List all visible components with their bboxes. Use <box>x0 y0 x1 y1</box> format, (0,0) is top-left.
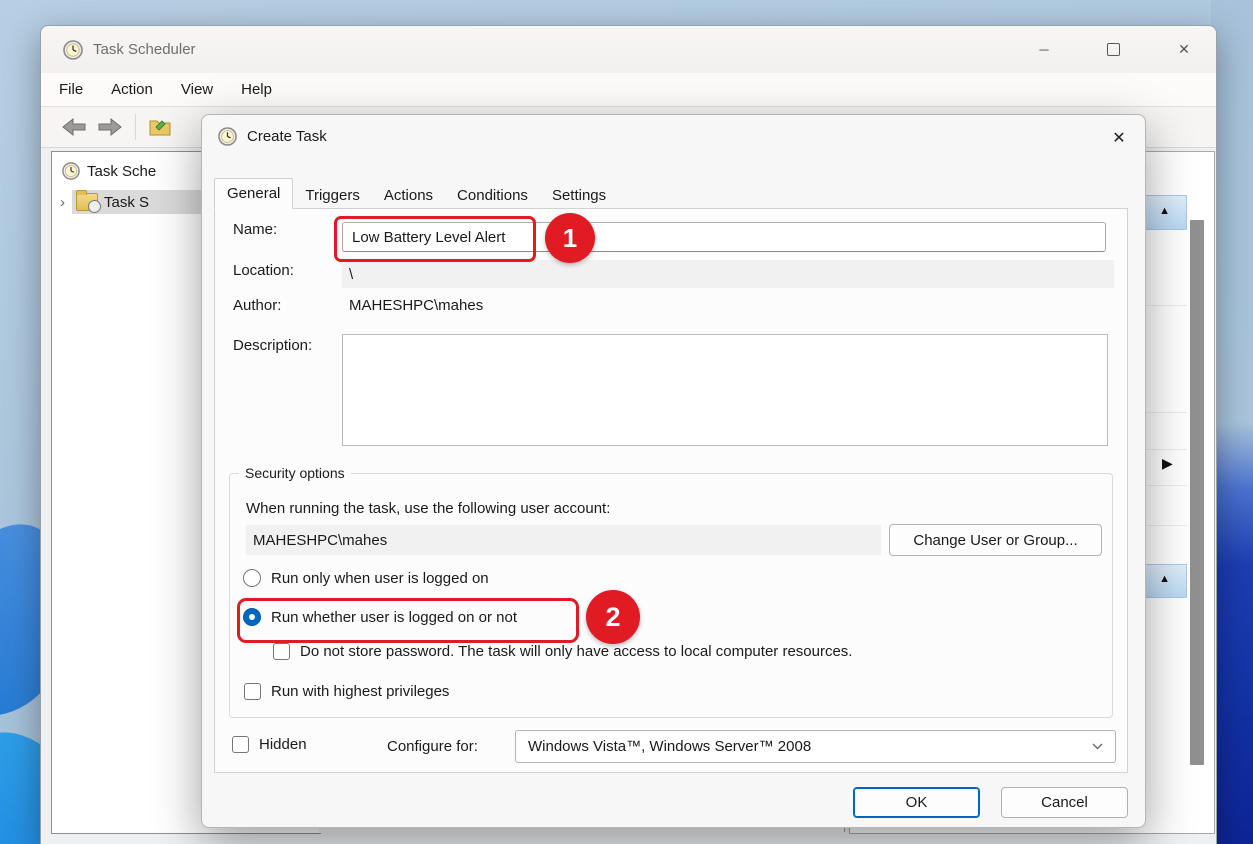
minimize-icon: ─ <box>1039 42 1048 57</box>
account-value: MAHESHPC\mahes <box>253 532 387 549</box>
close-icon: ✕ <box>1112 128 1125 148</box>
tree-item-label: Task S <box>104 194 149 211</box>
checkbox-hidden[interactable]: Hidden <box>232 736 307 753</box>
tree-item-task-scheduler-library[interactable]: › Task S <box>60 190 209 214</box>
checkbox-icon[interactable] <box>273 643 290 660</box>
configure-for-label: Configure for: <box>387 738 478 755</box>
name-input[interactable]: Low Battery Level Alert <box>342 222 1106 252</box>
menu-help[interactable]: Help <box>241 81 272 98</box>
ok-button[interactable]: OK <box>853 787 980 818</box>
tree-item-selected[interactable]: Task S <box>72 190 209 214</box>
checkbox-icon[interactable] <box>232 736 249 753</box>
forward-icon[interactable] <box>97 118 123 136</box>
menu-action[interactable]: Action <box>111 81 153 98</box>
tree-item-task-scheduler-root[interactable]: Task Sche <box>62 162 156 180</box>
location-label: Location: <box>233 262 294 279</box>
tab-general[interactable]: General <box>214 178 293 209</box>
tab-conditions[interactable]: Conditions <box>445 183 540 208</box>
menu-file[interactable]: File <box>59 81 83 98</box>
close-button[interactable]: ✕ <box>1167 34 1201 64</box>
description-label: Description: <box>233 337 312 354</box>
window-title: Task Scheduler <box>93 41 196 58</box>
security-options-legend: Security options <box>239 465 351 481</box>
maximize-icon <box>1107 43 1120 56</box>
checkbox-highest-privileges[interactable]: Run with highest privileges <box>244 683 449 700</box>
configure-for-value: Windows Vista™, Windows Server™ 2008 <box>528 738 811 755</box>
annotation-step-badge: 1 <box>545 213 595 263</box>
desktop: Task Scheduler ─ ✕ File Action View Help <box>0 0 1253 844</box>
back-icon[interactable] <box>61 118 87 136</box>
change-user-or-group-button[interactable]: Change User or Group... <box>889 524 1102 556</box>
author-value: MAHESHPC\mahes <box>349 297 483 314</box>
scrollbar[interactable] <box>1190 220 1204 765</box>
radio-label: Run whether user is logged on or not <box>271 609 517 626</box>
cancel-button[interactable]: Cancel <box>1001 787 1128 818</box>
location-value: \ <box>349 266 353 283</box>
tab-triggers[interactable]: Triggers <box>293 183 371 208</box>
import-task-folder-icon[interactable] <box>148 117 172 137</box>
chevron-right-icon[interactable]: › <box>60 194 65 211</box>
menu-bar: File Action View Help <box>41 73 1216 107</box>
menu-view[interactable]: View <box>181 81 213 98</box>
account-value-field: MAHESHPC\mahes <box>246 525 881 555</box>
collapse-icon[interactable]: ▲ <box>1159 573 1170 585</box>
chevron-down-icon <box>1092 743 1103 750</box>
radio-run-whether-logged[interactable]: Run whether user is logged on or not <box>243 608 517 626</box>
radio-run-only-logged-on[interactable]: Run only when user is logged on <box>243 569 489 587</box>
close-icon: ✕ <box>1178 41 1190 58</box>
task-scheduler-icon <box>63 40 83 60</box>
description-textarea[interactable] <box>342 334 1108 446</box>
author-label: Author: <box>233 297 281 314</box>
radio-label: Run only when user is logged on <box>271 570 489 587</box>
checkbox-label: Run with highest privileges <box>271 683 449 700</box>
create-task-dialog: Create Task ✕ General Triggers Actions C… <box>201 114 1146 828</box>
run-icon[interactable]: ▶ <box>1162 455 1173 472</box>
checkbox-label: Do not store password. The task will onl… <box>300 643 852 660</box>
tree-item-label: Task Sche <box>87 163 156 180</box>
task-scheduler-icon <box>218 127 237 146</box>
account-hint: When running the task, use the following… <box>246 500 610 517</box>
task-scheduler-window: Task Scheduler ─ ✕ File Action View Help <box>40 25 1217 844</box>
maximize-button[interactable] <box>1096 34 1130 64</box>
general-tab-page: Name: Low Battery Level Alert 1 Location… <box>214 208 1128 773</box>
configure-for-dropdown[interactable]: Windows Vista™, Windows Server™ 2008 <box>515 730 1116 763</box>
dialog-tabs: General Triggers Actions Conditions Sett… <box>214 178 618 208</box>
location-value-field: \ <box>342 260 1114 288</box>
dialog-title-bar: Create Task <box>218 127 327 146</box>
dialog-title: Create Task <box>247 128 327 145</box>
checkbox-label: Hidden <box>259 736 307 753</box>
name-value: Low Battery Level Alert <box>352 229 505 246</box>
name-label: Name: <box>233 221 277 238</box>
collapse-icon[interactable]: ▲ <box>1159 205 1170 217</box>
radio-icon[interactable] <box>243 569 261 587</box>
wallpaper-right-edge <box>1211 0 1253 844</box>
folder-clock-icon <box>76 193 98 211</box>
toolbar-separator <box>135 114 136 140</box>
checkbox-icon[interactable] <box>244 683 261 700</box>
minimize-button[interactable]: ─ <box>1027 34 1061 64</box>
checkbox-do-not-store-password[interactable]: Do not store password. The task will onl… <box>273 643 852 660</box>
dialog-close-button[interactable]: ✕ <box>1102 123 1136 153</box>
tab-settings[interactable]: Settings <box>540 183 618 208</box>
radio-selected-icon[interactable] <box>243 608 261 626</box>
tab-actions[interactable]: Actions <box>372 183 445 208</box>
task-scheduler-icon <box>62 162 80 180</box>
annotation-step-badge: 2 <box>586 590 640 644</box>
